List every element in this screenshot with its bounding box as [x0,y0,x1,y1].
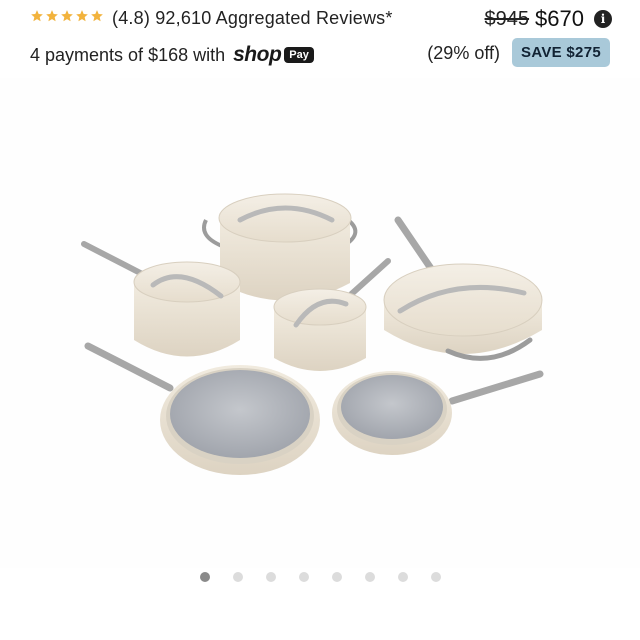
review-count: 92,610 Aggregated Reviews* [155,8,393,28]
carousel-dot[interactable] [397,572,408,582]
star-icon [76,10,88,22]
rating-summary[interactable]: (4.8) 92,610 Aggregated Reviews* [112,8,393,29]
current-price: $670 [535,6,584,31]
info-icon[interactable]: i [594,10,612,28]
star-icon [61,10,73,22]
installment-payments[interactable]: 4 payments of $168 with shop Pay [30,43,314,67]
saute-pan [383,216,543,361]
rating-stars[interactable] [30,9,104,23]
star-icon [91,10,103,22]
cookware-set-illustration [81,193,544,475]
carousel-dot[interactable] [265,572,276,582]
pay-badge: Pay [284,47,314,63]
carousel-dot[interactable] [199,572,210,582]
save-badge: SAVE $275 [512,38,610,67]
shop-logo-word: shop [233,43,282,66]
large-saucepan [81,241,241,357]
large-fry-pan [84,342,320,475]
original-price: $945 [484,7,530,30]
carousel-dot[interactable] [298,572,309,582]
carousel-dot[interactable] [331,572,342,582]
installment-text: 4 payments of $168 with [30,44,226,65]
shop-pay-logo: shop Pay [233,43,314,67]
small-fry-pan [332,370,544,455]
carousel-dot[interactable] [364,572,375,582]
star-icon [46,10,58,22]
payment-discount-row: 4 payments of $168 with shop Pay (29% of… [30,38,610,70]
carousel-dot[interactable] [430,572,441,582]
star-icon [31,10,43,22]
discount-percent: (29% off) [427,43,500,63]
rating-score: (4.8) [112,8,151,28]
carousel-dots [0,572,640,582]
price-block: $945 $670 i [485,6,612,32]
rating-price-row: (4.8) 92,610 Aggregated Reviews* $945 $6… [30,6,612,32]
product-image[interactable] [0,78,640,568]
carousel-dot[interactable] [232,572,243,582]
